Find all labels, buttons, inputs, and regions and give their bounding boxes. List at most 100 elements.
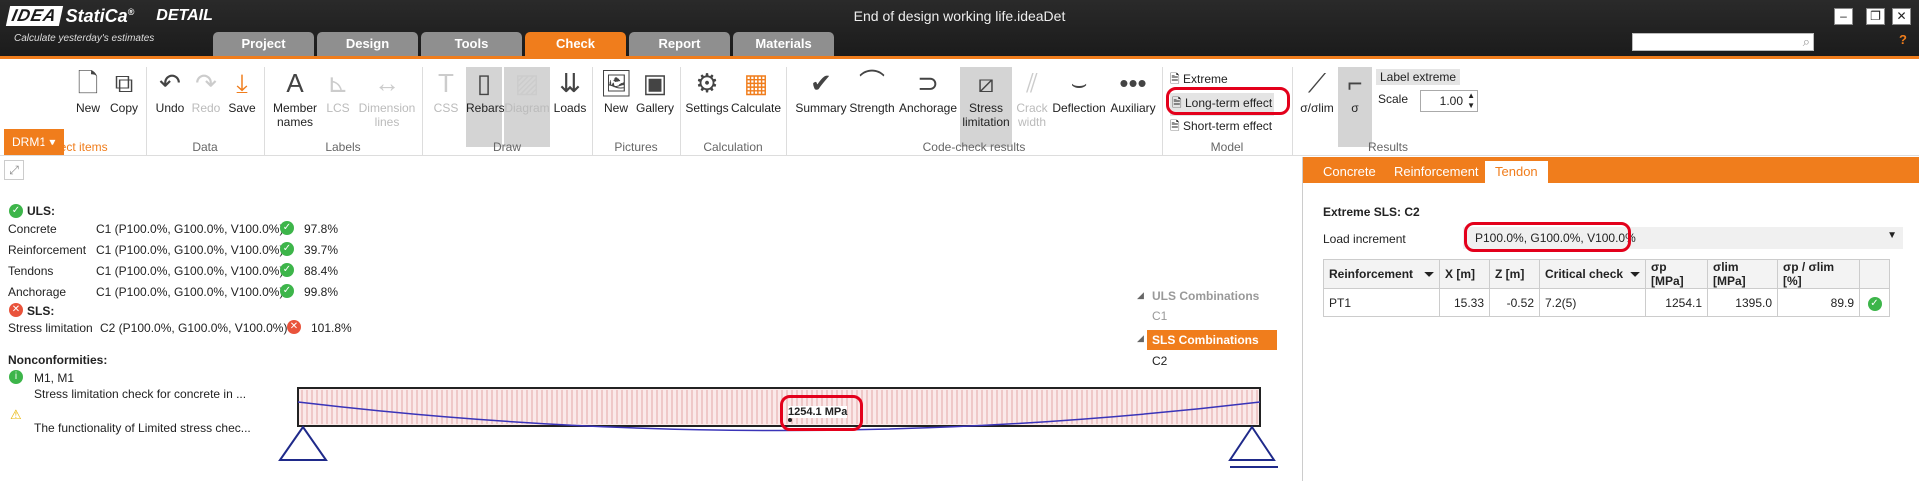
search-input[interactable]: ⌕ xyxy=(1632,33,1814,51)
diagram-button[interactable]: ▨ Diagram xyxy=(504,67,550,147)
save-button[interactable]: ⤓ Save xyxy=(224,67,260,115)
highlight-extreme-label xyxy=(780,395,863,431)
redo-icon: ↷ xyxy=(195,68,217,98)
filter-icon[interactable]: ⏷ xyxy=(1630,267,1640,282)
settings-button[interactable]: ⚙ Settings xyxy=(684,67,730,115)
member-names-icon: A xyxy=(286,68,304,98)
short-term-effect-button[interactable]: 🗎 Short-term effect xyxy=(1170,117,1272,138)
column-header[interactable]: Z [m] xyxy=(1489,259,1540,289)
tab-tools[interactable]: Tools xyxy=(421,32,522,56)
cell-ratio: 89.9 xyxy=(1777,288,1860,317)
tab-concrete[interactable]: Concrete xyxy=(1323,161,1376,183)
cell-sigma-lim: 1395.0 xyxy=(1707,288,1778,317)
tab-report[interactable]: Report xyxy=(629,32,730,56)
right-support xyxy=(1228,425,1276,461)
summary-button[interactable]: ✔ Summary xyxy=(794,67,848,115)
search-icon: ⌕ xyxy=(1802,34,1810,49)
save-icon: ⤓ xyxy=(236,68,248,98)
rebars-button[interactable]: ▯ Rebars xyxy=(466,67,505,147)
sigma-ratio-button[interactable]: ⟋ σ/σlim xyxy=(1298,67,1336,115)
new-picture-icon: 🖼 xyxy=(600,68,634,98)
anchorage-button[interactable]: ⊃ Anchorage xyxy=(898,67,958,115)
group-label-project-items: Project items xyxy=(38,140,108,154)
copy-button[interactable]: ⧉ Copy xyxy=(106,67,142,115)
filter-icon[interactable]: ⏷ xyxy=(1424,267,1434,282)
left-support xyxy=(278,425,328,461)
column-header[interactable]: Reinforcement ⏷ xyxy=(1323,259,1440,289)
check-ok-icon: ✓ xyxy=(1867,296,1882,311)
new-button[interactable]: 🗋 New xyxy=(70,67,106,115)
tab-reinforcement[interactable]: Reinforcement xyxy=(1394,161,1479,183)
close-button[interactable]: ✕ xyxy=(1892,8,1911,25)
crack-width-button[interactable]: ⫽ Crack width xyxy=(1014,67,1050,129)
ribbon: DRM1 ▾ 🗋 New ⧉ Copy Project items ↶ Undo ↷ R… xyxy=(0,59,1919,156)
details-tabs: Concrete Reinforcement Tendon xyxy=(1303,157,1919,183)
column-header[interactable]: Critical check ⏷ xyxy=(1539,259,1646,289)
highlight-load-increment xyxy=(1464,222,1631,252)
highlight-long-term xyxy=(1166,87,1290,115)
calculate-icon: ▦ xyxy=(743,68,769,98)
tab-tendon[interactable]: Tendon xyxy=(1485,161,1548,183)
cell-reinforcement: PT1 xyxy=(1323,288,1440,317)
group-label-pictures: Pictures xyxy=(614,140,658,154)
anchorage-icon: ⊃ xyxy=(917,68,939,98)
gallery-icon: ▣ xyxy=(642,68,668,98)
gallery-button[interactable]: ▣ Gallery xyxy=(634,67,676,115)
undo-icon: ↶ xyxy=(159,68,181,98)
group-label-code-check-results: Code-check results xyxy=(922,140,1026,154)
more-icon: ••• xyxy=(1119,68,1147,98)
dimension-lines-button[interactable]: ↔ Dimension lines xyxy=(356,67,418,129)
rebars-icon: ▯ xyxy=(476,68,492,98)
extreme-icon: 🗎 xyxy=(1170,72,1180,86)
group-label-calculation: Calculation xyxy=(703,140,763,154)
load-increment-label: Load increment xyxy=(1323,232,1406,246)
redo-button[interactable]: ↷ Redo xyxy=(188,67,224,115)
column-header[interactable]: X [m] xyxy=(1439,259,1490,289)
tab-design[interactable]: Design xyxy=(317,32,418,56)
help-icon[interactable]: ? xyxy=(1899,32,1907,47)
table-header-row: Reinforcement ⏷ X [m] Z [m] Critical che… xyxy=(1323,259,1890,289)
sigma-ratio-icon: ⟋ xyxy=(1307,68,1327,98)
undo-button[interactable]: ↶ Undo xyxy=(152,67,188,115)
column-header[interactable]: σp [MPa] xyxy=(1645,259,1708,289)
maximize-button[interactable]: ❐ xyxy=(1866,8,1885,25)
minimize-button[interactable]: – xyxy=(1834,8,1853,25)
group-label-labels: Labels xyxy=(325,140,361,154)
calculate-button[interactable]: ▦ Calculate xyxy=(730,67,782,115)
deflection-icon: ⌣ xyxy=(1070,68,1088,98)
tab-materials[interactable]: Materials xyxy=(733,32,834,56)
deflection-button[interactable]: ⌣ Deflection xyxy=(1050,67,1108,115)
loads-icon: ⇊ xyxy=(559,68,581,98)
stress-limitation-button[interactable]: ⧄ Stress limitation xyxy=(960,67,1012,147)
auxiliary-button[interactable]: ••• Auxiliary xyxy=(1108,67,1158,115)
strength-button[interactable]: ⌒ Strength xyxy=(848,67,896,115)
cell-z: -0.52 xyxy=(1489,288,1540,317)
details-panel: Concrete Reinforcement Tendon Extreme SL… xyxy=(1302,157,1919,481)
settings-icon: ⚙ xyxy=(695,68,719,98)
main-view: ⤢ ✓ ULS: Concrete C1 (P100.0%, G100.0%, … xyxy=(0,157,1298,481)
loads-button[interactable]: ⇊ Loads xyxy=(552,67,588,115)
column-header xyxy=(1859,259,1890,289)
member-names-button[interactable]: A Member names xyxy=(270,67,320,129)
tab-project[interactable]: Project xyxy=(213,32,314,56)
details-heading: Extreme SLS: C2 xyxy=(1323,205,1420,219)
scale-input[interactable]: 1.00 ▲ ▼ xyxy=(1420,90,1478,112)
stress-limitation-icon: ⧄ xyxy=(977,68,995,98)
dimension-lines-icon: ↔ xyxy=(374,68,400,98)
css-button[interactable]: T CSS xyxy=(428,67,464,115)
summary-icon: ✔ xyxy=(810,68,832,98)
sigma-button[interactable]: ⌐ σ xyxy=(1338,67,1372,147)
cell-status: ✓ xyxy=(1859,288,1890,317)
copy-icon: ⧉ xyxy=(114,68,134,98)
table-row[interactable]: PT1 15.33 -0.52 7.2(5) 1254.1 1395.0 89.… xyxy=(1323,288,1890,317)
label-extreme-toggle[interactable]: Label extreme xyxy=(1376,69,1461,85)
tab-check[interactable]: Check xyxy=(525,32,626,56)
spinner-icon[interactable]: ▲ ▼ xyxy=(1467,91,1475,111)
column-header[interactable]: σp / σlim [%] xyxy=(1777,259,1860,289)
column-header[interactable]: σlim [MPa] xyxy=(1707,259,1778,289)
main-tabs: Project Design Tools Check Report Materi… xyxy=(213,32,837,56)
picture-new-button[interactable]: 🖼 New xyxy=(598,67,634,115)
tagline: Calculate yesterday's estimates xyxy=(14,33,155,44)
lcs-button[interactable]: ⊾ LCS xyxy=(320,67,356,115)
diagram-icon: ▨ xyxy=(514,68,540,98)
